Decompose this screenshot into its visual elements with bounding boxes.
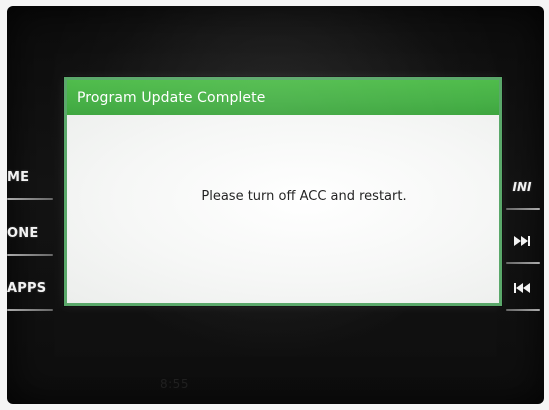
info-button-label: INI [512,180,532,194]
home-button[interactable]: ME [7,160,59,200]
clock-text: 8:55 [160,377,189,391]
skip-back-icon [513,282,531,294]
next-track-button[interactable] [502,224,542,264]
update-complete-dialog: Program Update Complete Please turn off … [64,77,502,306]
dialog-message: Please turn off ACC and restart. [201,189,407,204]
phone-button-label: ONE [7,225,39,241]
photo: ME ONE APPS INI Program Update Complete … [0,0,549,410]
home-button-label: ME [7,169,30,185]
previous-track-button[interactable] [502,271,542,311]
dialog-title-text: Program Update Complete [77,89,266,106]
apps-button-label: APPS [7,280,47,296]
phone-button[interactable]: ONE [7,216,59,256]
dialog-title: Program Update Complete [67,80,499,115]
skip-forward-icon [513,235,531,247]
info-button[interactable]: INI [502,170,542,210]
dialog-body: Please turn off ACC and restart. [67,115,499,303]
apps-button[interactable]: APPS [7,271,59,311]
